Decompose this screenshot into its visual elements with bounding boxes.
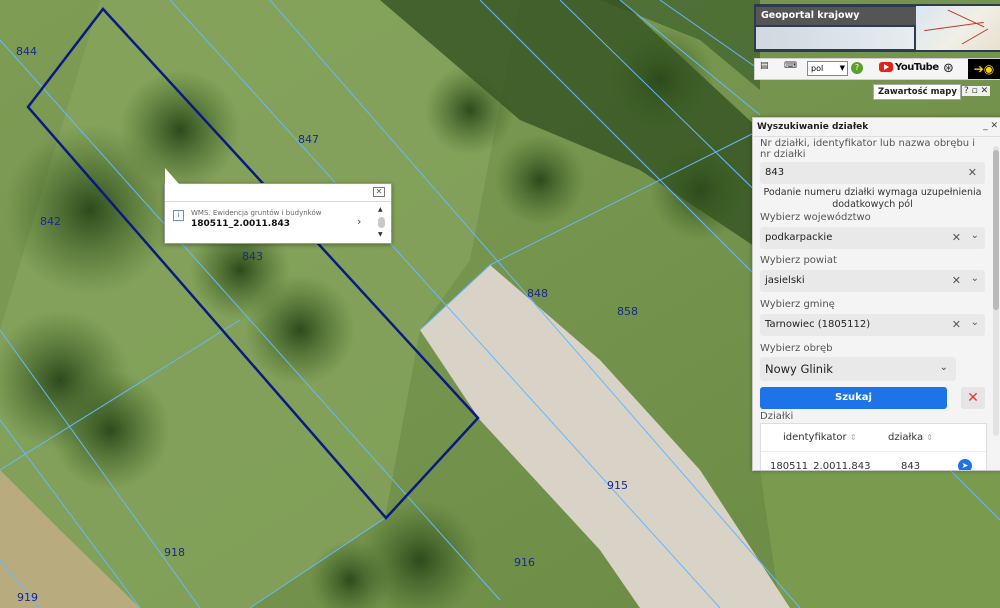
chevron-down-icon[interactable]: ⌄ <box>971 317 979 328</box>
table-cell-identyfikator[interactable]: 180511_2.0011.843 <box>770 461 870 470</box>
banner-strip <box>756 27 914 49</box>
table-divider <box>761 451 986 452</box>
accessibility-icon[interactable]: ⊛ <box>943 61 954 76</box>
municipality-label: Wybierz gminę <box>760 299 835 310</box>
language-select[interactable]: pol ▼ <box>807 61 848 76</box>
panel-title: Wyszukiwanie działek <box>757 122 869 132</box>
popup-pointer <box>165 168 179 184</box>
print-icon[interactable]: ▤ <box>760 61 769 71</box>
popup-divider <box>165 201 391 202</box>
query-value: 843 <box>765 167 785 178</box>
county-label: Wybierz powiat <box>760 255 837 266</box>
query-label: Nr działki, identyfikator lub nazwa obrę… <box>760 138 976 160</box>
clear-icon[interactable]: ✕ <box>952 274 961 287</box>
panel-header: Wyszukiwanie działek _ ✕ <box>753 118 1000 137</box>
scroll-up-icon[interactable]: ▲ <box>378 206 383 213</box>
validation-note: Podanie numeru działki wymaga uzupełnien… <box>763 187 982 210</box>
parcel-search-panel: Wyszukiwanie działek _ ✕ Nr działki, ide… <box>752 117 1000 471</box>
parcel-label-919: 919 <box>17 591 38 604</box>
geoportal-banner: Geoportal krajowy <box>754 4 1000 52</box>
info-icon: i <box>173 210 184 221</box>
panel-scroll-thumb[interactable] <box>993 150 999 310</box>
chevron-down-icon[interactable]: ⌄ <box>971 230 979 241</box>
precinct-value: Nowy Glinik <box>765 362 833 376</box>
parcel-label-843: 843 <box>242 250 263 263</box>
parcel-label-918: 918 <box>164 546 185 559</box>
column-header-identyfikator[interactable]: identyfikator ⇕ <box>783 432 857 443</box>
results-label: Działki <box>760 411 794 422</box>
table-cell-dzialka[interactable]: 843 <box>901 461 920 470</box>
top-toolbar: ▤ ⌨ pol ▼ ? YouTube ⊛ ➔◉ <box>754 58 1000 80</box>
parcel-label-844: 844 <box>16 45 37 58</box>
municipality-value: Tarnowiec (1805112) <box>765 319 871 330</box>
scroll-down-icon[interactable]: ▼ <box>378 231 383 238</box>
precinct-select[interactable]: Nowy Glinik ⌄ <box>760 357 956 381</box>
app-title[interactable]: Geoportal krajowy <box>756 7 919 25</box>
close-icon: ✕ <box>967 390 979 406</box>
column-header-dzialka[interactable]: działka ⇕ <box>888 432 933 443</box>
parcel-label-842: 842 <box>40 215 61 228</box>
voivodeship-value: podkarpackie <box>765 232 833 243</box>
youtube-icon[interactable] <box>879 62 893 72</box>
parcel-label-916: 916 <box>514 556 535 569</box>
search-button[interactable]: Szukaj <box>760 387 947 409</box>
chevron-down-icon[interactable]: ⌄ <box>971 273 979 284</box>
clear-icon[interactable]: ✕ <box>952 318 961 331</box>
contrast-eye-icon[interactable]: ➔◉ <box>968 59 1000 79</box>
chevron-right-icon[interactable]: › <box>357 215 361 228</box>
popup-source-label: WMS. Ewidencja gruntów i budynków <box>191 209 322 217</box>
overview-minimap[interactable] <box>916 6 1000 50</box>
panel-scrollbar[interactable] <box>993 146 999 436</box>
lower-right-field <box>760 470 1000 608</box>
chevron-down-icon: ▼ <box>839 64 845 72</box>
keyboard-icon[interactable]: ⌨ <box>784 61 797 71</box>
feature-info-popup: ✕ i WMS. Ewidencja gruntów i budynków 18… <box>164 168 392 244</box>
results-table: identyfikator ⇕ działka ⇕ 180511_2.0011.… <box>760 423 987 470</box>
popup-scrollbar[interactable]: ▲ ▼ <box>377 206 387 238</box>
map-contents-controls[interactable]: ? ▫ ✕ <box>962 86 991 96</box>
clear-form-button[interactable]: ✕ <box>961 387 985 409</box>
parcel-label-858: 858 <box>617 305 638 318</box>
parcel-label-848: 848 <box>527 287 548 300</box>
parcel-label-847: 847 <box>298 133 319 146</box>
sort-icon: ⇕ <box>849 433 857 442</box>
locate-icon[interactable]: ➤ <box>958 459 972 470</box>
map-contents-tab[interactable]: Zawartość mapy <box>873 84 961 100</box>
county-value: jasielski <box>765 275 805 286</box>
sort-icon: ⇕ <box>926 433 933 442</box>
popup-parcel-id[interactable]: 180511_2.0011.843 <box>191 219 290 229</box>
clear-icon[interactable]: ✕ <box>968 166 977 179</box>
query-input[interactable]: 843 ✕ <box>760 162 985 184</box>
precinct-label: Wybierz obręb <box>760 343 833 354</box>
parcel-label-915: 915 <box>607 479 628 492</box>
chevron-down-icon[interactable]: ⌄ <box>940 362 948 373</box>
municipality-select[interactable]: Tarnowiec (1805112) ✕ ⌄ <box>760 314 985 336</box>
scroll-thumb[interactable] <box>378 217 385 228</box>
close-icon[interactable]: ✕ <box>373 187 385 197</box>
panel-window-controls[interactable]: _ ✕ <box>983 121 998 131</box>
voivodeship-select[interactable]: podkarpackie ✕ ⌄ <box>760 227 985 249</box>
voivodeship-label: Wybierz województwo <box>760 212 871 223</box>
clear-icon[interactable]: ✕ <box>952 231 961 244</box>
county-select[interactable]: jasielski ✕ ⌄ <box>760 270 985 292</box>
language-value: pol <box>811 64 824 73</box>
youtube-link[interactable]: YouTube <box>895 62 939 73</box>
help-icon[interactable]: ? <box>851 62 863 74</box>
